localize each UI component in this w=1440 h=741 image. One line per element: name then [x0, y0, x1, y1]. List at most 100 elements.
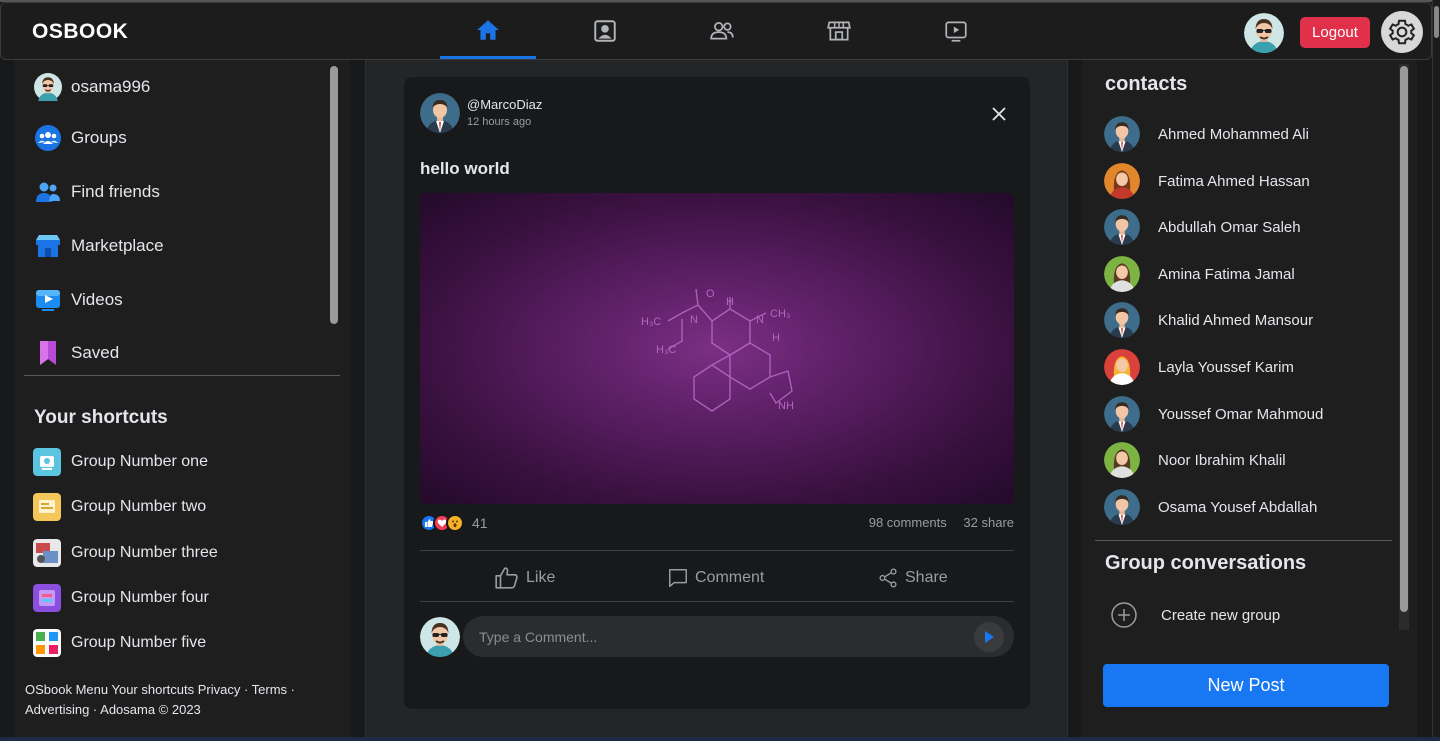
- shares-count[interactable]: 32 share: [963, 515, 1014, 530]
- contact-item[interactable]: Noor Ibrahim Khalil: [1104, 441, 1286, 479]
- settings-button[interactable]: [1381, 11, 1423, 53]
- contact-item[interactable]: Osama Yousef Abdallah: [1104, 488, 1317, 526]
- shortcut-item[interactable]: Group Number four: [33, 582, 209, 614]
- app-logo[interactable]: OSBOOK: [32, 20, 128, 44]
- logout-button[interactable]: Logout: [1300, 17, 1370, 48]
- like-button[interactable]: Like: [494, 562, 555, 594]
- contact-avatar: [1104, 209, 1140, 245]
- left-sidebar: osama996 Groups Find friends Marketplace…: [14, 60, 350, 737]
- share-icon: [879, 568, 897, 588]
- menu-item-saved[interactable]: Saved: [34, 336, 119, 370]
- share-button[interactable]: Share: [877, 562, 948, 594]
- shortcut-item[interactable]: Group Number three: [33, 537, 218, 569]
- page-scrollbar[interactable]: [1432, 0, 1440, 741]
- right-scrollbar[interactable]: [1400, 66, 1408, 612]
- window-bottom-border: [0, 737, 1440, 741]
- contact-item[interactable]: Khalid Ahmed Mansour: [1104, 301, 1313, 339]
- post-author-name[interactable]: @MarcoDiaz: [467, 97, 542, 112]
- close-icon: [992, 107, 1006, 121]
- contact-item[interactable]: Abdullah Omar Saleh: [1104, 208, 1301, 246]
- post-stats: 98 comments 32 share: [856, 515, 1014, 530]
- shortcuts-heading: Your shortcuts: [34, 407, 168, 428]
- divider: [420, 601, 1014, 602]
- group-thumbnail-icon: [33, 629, 61, 657]
- menu-item-groups[interactable]: Groups: [34, 121, 127, 155]
- svg-text:H₃C: H₃C: [641, 316, 661, 328]
- contact-avatar: [1104, 256, 1140, 292]
- contact-avatar: [1104, 116, 1140, 152]
- svg-text:N: N: [690, 314, 698, 326]
- plus-circle-icon: [1111, 602, 1137, 628]
- post-card: @MarcoDiaz 12 hours ago hello world O N …: [404, 77, 1030, 709]
- footer-line[interactable]: OSbook Menu Your shortcuts Privacy · Ter…: [25, 680, 325, 700]
- shortcut-label: Group Number five: [71, 634, 207, 651]
- nav-tab-friends[interactable]: [674, 3, 770, 59]
- menu-item-marketplace[interactable]: Marketplace: [34, 229, 164, 263]
- contact-avatar: [1104, 302, 1140, 338]
- contact-item[interactable]: Layla Youssef Karim: [1104, 348, 1294, 386]
- comment-icon: [669, 569, 687, 587]
- profile-icon: [594, 20, 616, 42]
- contact-name: Abdullah Omar Saleh: [1158, 218, 1301, 236]
- svg-text:CH₃: CH₃: [770, 308, 790, 320]
- user-avatar[interactable]: [1244, 13, 1284, 53]
- left-scrollbar[interactable]: [330, 66, 338, 324]
- wow-reaction-icon: [446, 514, 464, 532]
- shortcut-label: Group Number two: [71, 498, 207, 515]
- shortcut-label: Group Number three: [71, 544, 218, 561]
- menu-item-label: Groups: [71, 128, 127, 147]
- molecule-illustration: O N H₃C H₃C H N CH₃ H NH: [641, 288, 794, 412]
- shortcut-item[interactable]: Group Number one: [33, 446, 208, 478]
- group-thumbnail-icon: [33, 448, 61, 476]
- contact-name: Khalid Ahmed Mansour: [1158, 311, 1314, 329]
- menu-item-label: Marketplace: [71, 236, 164, 255]
- new-post-button[interactable]: New Post: [1103, 664, 1389, 707]
- user-avatar-icon: [34, 73, 62, 101]
- svg-text:H: H: [772, 332, 780, 344]
- menu-item-label: Videos: [71, 290, 123, 309]
- footer-links: OSbook Menu Your shortcuts Privacy · Ter…: [25, 680, 325, 720]
- contact-item[interactable]: Youssef Omar Mahmoud: [1104, 395, 1323, 433]
- send-icon: [985, 631, 994, 643]
- contact-item[interactable]: Amina Fatima Jamal: [1104, 255, 1295, 293]
- create-group-button[interactable]: Create new group: [1110, 600, 1280, 630]
- send-comment-button[interactable]: [974, 622, 1004, 652]
- contact-avatar: [1104, 349, 1140, 385]
- post-author-avatar[interactable]: [420, 93, 460, 133]
- menu-item-profile[interactable]: osama996: [34, 70, 150, 104]
- gear-icon: [1388, 19, 1416, 45]
- friends-icon: [710, 22, 734, 40]
- shortcut-item[interactable]: Group Number two: [33, 491, 206, 523]
- comment-composer: [463, 616, 1014, 657]
- reaction-summary[interactable]: 41: [420, 513, 488, 533]
- post-image[interactable]: O N H₃C H₃C H N CH₃ H NH: [420, 193, 1014, 504]
- find-friends-icon: [34, 178, 62, 206]
- comments-count[interactable]: 98 comments: [869, 515, 947, 530]
- divider: [24, 375, 340, 376]
- nav-tab-home[interactable]: [440, 3, 536, 59]
- contact-item[interactable]: Ahmed Mohammed Ali: [1104, 115, 1309, 153]
- contact-name: Amina Fatima Jamal: [1158, 265, 1295, 283]
- contact-name: Ahmed Mohammed Ali: [1158, 125, 1309, 143]
- menu-item-videos[interactable]: Videos: [34, 283, 123, 317]
- shortcut-label: Group Number four: [71, 589, 209, 606]
- contact-item[interactable]: Fatima Ahmed Hassan: [1104, 162, 1310, 200]
- videos-icon: [34, 286, 62, 314]
- footer-line[interactable]: Advertising · Adosama © 2023: [25, 700, 325, 720]
- groups-icon: [34, 124, 62, 152]
- nav-tab-marketplace[interactable]: [791, 3, 887, 59]
- menu-item-find-friends[interactable]: Find friends: [34, 175, 160, 209]
- like-label: Like: [526, 569, 556, 586]
- comment-input[interactable]: [479, 616, 959, 657]
- thumbs-up-icon: [495, 567, 518, 589]
- post-text: hello world: [420, 159, 510, 178]
- comment-button[interactable]: Comment: [667, 562, 764, 594]
- shortcut-item[interactable]: Group Number five: [33, 627, 206, 659]
- contact-name: Osama Yousef Abdallah: [1158, 498, 1318, 516]
- close-post-button[interactable]: [986, 101, 1012, 127]
- nav-tab-watch[interactable]: [908, 3, 1004, 59]
- svg-text:H: H: [726, 296, 734, 308]
- news-feed: @MarcoDiaz 12 hours ago hello world O N …: [365, 60, 1068, 737]
- commenter-avatar: [420, 617, 460, 657]
- nav-tab-profile[interactable]: [557, 3, 653, 59]
